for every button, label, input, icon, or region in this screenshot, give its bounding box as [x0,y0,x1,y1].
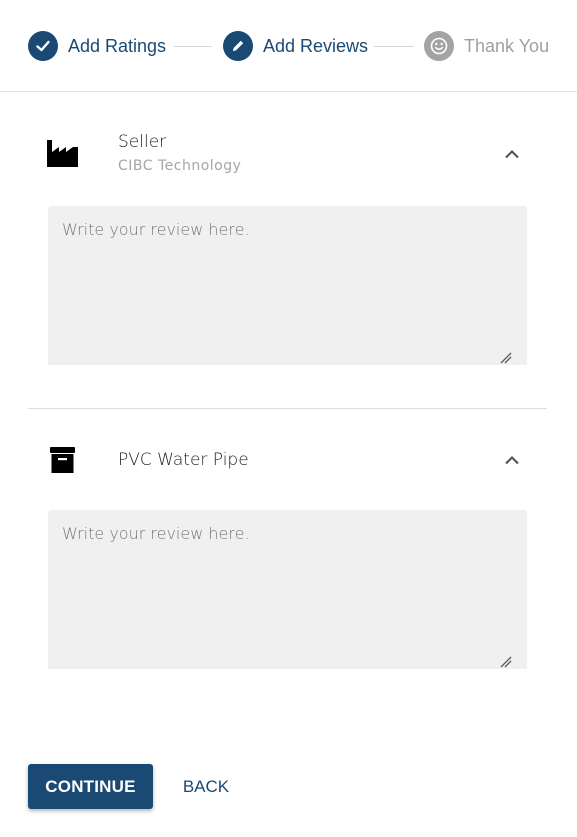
stepper: Add Ratings Add Reviews Thank You [0,0,577,92]
pencil-icon [223,31,253,61]
step-label: Thank You [464,35,550,56]
resize-grip-icon[interactable] [500,351,512,364]
factory-icon [47,140,78,172]
step-add-ratings[interactable]: Add Ratings [28,31,166,61]
section-subtitle: CIBC Technology [118,158,242,174]
collapse-chevron-up-icon[interactable] [499,141,525,167]
step-connector [374,46,414,47]
back-button[interactable]: BACK [170,764,242,809]
continue-button[interactable]: CONTINUE [28,764,153,809]
section-title: Seller [118,132,167,152]
resize-grip-icon[interactable] [500,655,512,668]
step-add-reviews[interactable]: Add Reviews [223,31,368,61]
step-label: Add Ratings [68,35,167,56]
step-label: Add Reviews [263,35,369,56]
seller-review-textarea[interactable] [48,206,527,365]
smiley-icon [424,31,454,61]
step-connector [174,46,212,47]
collapse-chevron-up-icon[interactable] [499,447,525,473]
product-review-textarea[interactable] [48,510,527,669]
check-icon [28,31,58,61]
step-thank-you[interactable]: Thank You [424,31,549,61]
section-title: PVC Water Pipe [118,450,249,470]
archive-box-icon [50,447,75,478]
review-dialog: Add Ratings Add Reviews Thank You Seller… [0,0,577,837]
section-divider [28,408,547,409]
